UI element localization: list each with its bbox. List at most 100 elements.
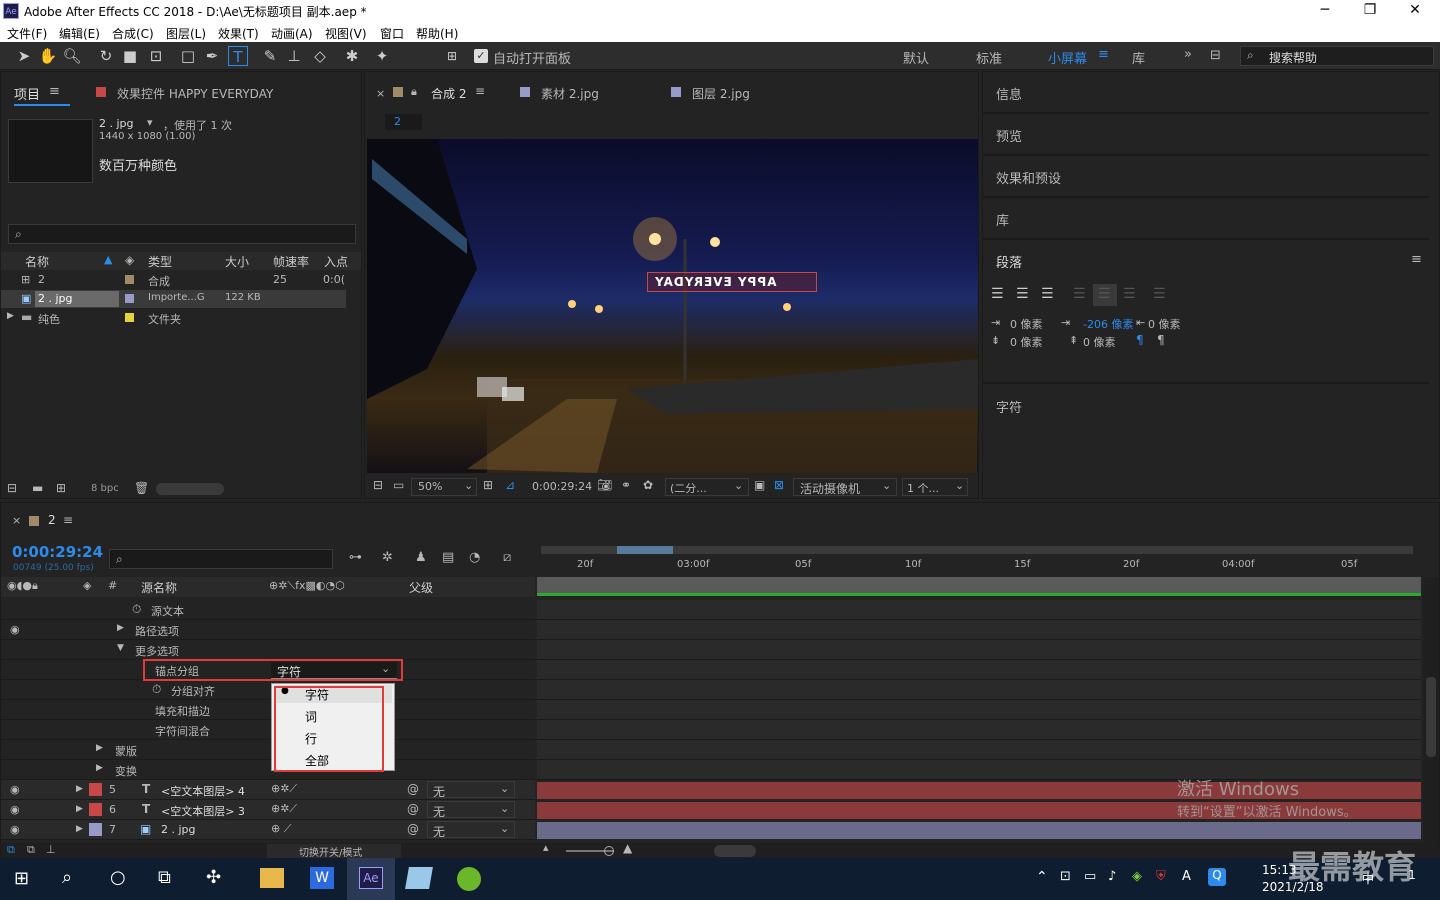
align-center-icon[interactable]: ☰ — [1016, 286, 1029, 302]
roto-brush-tool-icon[interactable]: ✱ — [342, 46, 362, 66]
align-right-icon[interactable]: ☰ — [1041, 286, 1054, 302]
justify-right-icon[interactable]: ☰ — [1123, 286, 1136, 302]
maximize-button[interactable]: ❐ — [1355, 2, 1385, 18]
rectangle-tool-icon[interactable]: □ — [178, 46, 198, 66]
notification-center-icon[interactable]: 1 — [1402, 868, 1422, 888]
close-tab-icon[interactable]: × — [376, 87, 385, 100]
puppet-tool-icon[interactable]: ✦ — [372, 46, 392, 66]
indent-right-value[interactable]: 0 像素 — [1148, 316, 1181, 332]
property-row[interactable]: 填充和描边 — [1, 700, 535, 720]
task-view-icon[interactable]: ⧉ — [158, 867, 171, 888]
workspace-small-screen[interactable]: 小屏幕 — [1048, 48, 1087, 67]
property-row[interactable]: ▼ 更多选项 — [1, 640, 535, 660]
grid-guide-icon[interactable]: ⊞ — [483, 478, 493, 492]
expand-arrow-icon[interactable]: ▶ — [96, 763, 103, 773]
menu-effect[interactable]: 效果(T) — [218, 25, 259, 42]
effects-presets-tab[interactable]: 效果和预设 — [996, 168, 1061, 187]
region-of-interest-icon[interactable]: ▣ — [754, 478, 765, 492]
sort-up-icon[interactable]: ▲ — [104, 253, 112, 266]
menu-file[interactable]: 文件(F) — [7, 25, 47, 42]
col-parent[interactable]: 父级 — [409, 579, 433, 596]
expand-arrow-icon[interactable]: ▶ — [76, 824, 83, 834]
property-row[interactable]: ⏱︎ 源文本 — [1, 600, 535, 620]
project-row[interactable]: ▣ 2 . jpg Importe...G 122 KB — [1, 290, 346, 308]
snapping-icon[interactable]: ⊞ — [442, 46, 462, 66]
selection-tool-icon[interactable]: ➤ — [14, 46, 34, 66]
zoom-tool-icon[interactable]: 🔍︎ — [62, 46, 82, 66]
help-search-input[interactable]: 搜索帮助 — [1269, 49, 1317, 66]
workspace-default[interactable]: 默认 — [903, 48, 929, 67]
menu-view[interactable]: 视图(V) — [325, 25, 367, 42]
comp-navigator[interactable]: 2 — [385, 114, 422, 130]
tab-effect-controls[interactable]: 效果控件 HAPPY EVERYDAY — [117, 85, 273, 102]
panel-menu-icon[interactable]: ≡ — [1411, 252, 1422, 267]
layer-switches-toggle-icon[interactable]: ⧉ — [7, 843, 15, 857]
workspace-menu-icon[interactable]: ≡ — [1098, 47, 1109, 62]
sync-settings-icon[interactable]: ⊟ — [1210, 48, 1221, 63]
color-channel-icon[interactable]: ✿ — [643, 478, 653, 492]
transfer-controls-icon[interactable]: ⧉ — [27, 843, 35, 857]
bit-depth[interactable]: 8 bpc — [91, 483, 119, 494]
frame-blending-icon[interactable]: ▤ — [442, 550, 454, 565]
preview-panel-tab[interactable]: 预览 — [996, 126, 1022, 145]
in-out-icon[interactable]: ⊥ — [46, 843, 56, 856]
qq-app-icon[interactable]: Q — [1208, 868, 1226, 886]
nvidia-icon[interactable]: ◈ — [1132, 869, 1142, 884]
ae-taskbar-icon[interactable]: Ae — [359, 867, 383, 889]
rotate-tool-icon[interactable]: ↻ — [96, 46, 116, 66]
layer-switches-icon[interactable]: ⊕ ⟋ — [271, 822, 291, 836]
eraser-tool-icon[interactable]: ◇ — [310, 46, 330, 66]
panel-menu-icon[interactable]: ≡ — [49, 84, 60, 99]
workspace-library[interactable]: 库 — [1132, 48, 1145, 67]
type-tool-icon[interactable]: T — [228, 46, 248, 66]
close-button[interactable]: ✕ — [1400, 2, 1430, 18]
layer-switches-icon[interactable]: ⊕✲⟋ — [271, 782, 297, 796]
draft-3d-icon[interactable]: ✲ — [382, 550, 393, 565]
menu-composition[interactable]: 合成(C) — [112, 25, 154, 42]
expand-arrow-icon[interactable]: ▶ — [76, 784, 83, 794]
info-panel-tab[interactable]: 信息 — [996, 84, 1022, 103]
character-panel-tab[interactable]: 字符 — [996, 397, 1022, 416]
zoom-slider-thumb[interactable] — [604, 846, 614, 856]
tab-composition[interactable]: 合成 2 — [431, 85, 466, 102]
timeline-timecode[interactable]: 0:00:29:24 — [12, 543, 103, 561]
show-snapshot-icon[interactable]: ⚭ — [621, 478, 631, 492]
col-size[interactable]: 大小 — [225, 253, 249, 270]
pinwheel-app-icon[interactable]: ✣ — [206, 867, 221, 888]
timeline-search-input[interactable]: ⌕ — [109, 549, 333, 569]
text-layer-bounding-box[interactable]: APPY EVERYDAY — [647, 272, 817, 292]
visibility-eye-icon[interactable]: ◉ — [10, 823, 20, 836]
menu-animation[interactable]: 动画(A) — [271, 25, 313, 42]
menu-layer[interactable]: 图层(L) — [166, 25, 206, 42]
parent-select[interactable]: 无 ⌄ — [427, 821, 515, 839]
layer-row[interactable]: ◉ ▶ 5 T <空文本图层> 4 ⊕✲⟋ @ 无 ⌄ — [1, 780, 535, 800]
space-before-value[interactable]: 0 像素 — [1010, 334, 1043, 350]
lock-icon[interactable]: 🔒︎ — [411, 85, 417, 99]
project-row[interactable]: ⊞ 2 合成 25 0:0( — [1, 271, 346, 289]
space-after-value[interactable]: 0 像素 — [1083, 334, 1116, 350]
col-source-name[interactable]: 源名称 — [141, 579, 177, 596]
parent-select[interactable]: 无 ⌄ — [427, 781, 515, 799]
file-explorer-icon[interactable] — [260, 868, 284, 888]
pan-behind-tool-icon[interactable]: ⊡ — [146, 46, 166, 66]
resolution-select[interactable]: (二分... ⌄ — [665, 478, 749, 496]
windows-start-icon[interactable]: ⊞ — [14, 868, 29, 889]
tab-project[interactable]: 项目 — [14, 84, 40, 103]
workspace-overflow-icon[interactable]: » — [1184, 47, 1192, 62]
graph-editor-icon[interactable]: ⧄ — [503, 550, 511, 565]
auto-open-checkbox[interactable]: ✓ — [474, 49, 488, 63]
library-panel-tab[interactable]: 库 — [996, 210, 1009, 229]
justify-center-icon[interactable]: ☰ — [1098, 286, 1111, 302]
anchor-grouping-select[interactable]: 字符 ⌄ — [271, 662, 397, 679]
composition-mini-flowchart-icon[interactable]: ⊶ — [349, 550, 362, 565]
stopwatch-icon[interactable]: ⏱︎ — [152, 682, 161, 697]
property-row[interactable]: ▶ 蒙版 — [1, 740, 535, 760]
security-shield-icon[interactable]: ⛨ — [1156, 869, 1166, 884]
col-framerate[interactable]: 帧速率 — [273, 253, 309, 270]
expand-arrow-icon[interactable]: ▶ — [7, 311, 14, 321]
col-type[interactable]: 类型 — [148, 253, 172, 270]
horizontal-scroll-thumb[interactable] — [714, 845, 756, 857]
close-tab-icon[interactable]: × — [12, 514, 21, 527]
visibility-eye-icon[interactable]: ◉ — [10, 623, 20, 636]
paragraph-panel-tab[interactable]: 段落 — [996, 252, 1022, 271]
